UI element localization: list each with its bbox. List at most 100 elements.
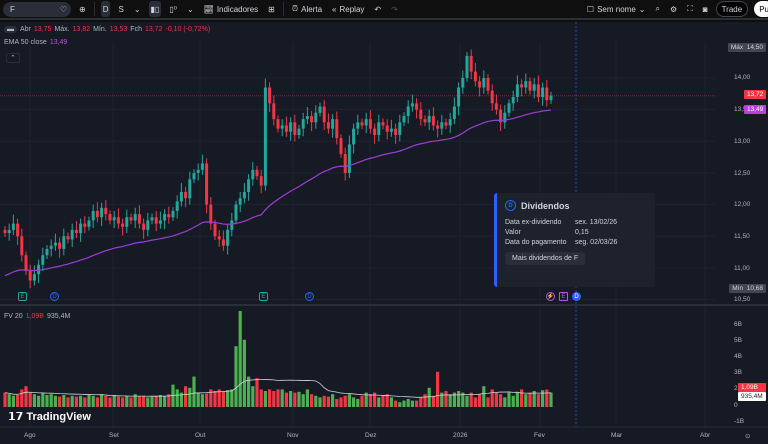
- alert-button[interactable]: ⏰︎ Alerta: [290, 1, 324, 17]
- candle: [331, 119, 335, 129]
- volume-bar: [242, 339, 246, 407]
- candle: [503, 112, 507, 123]
- chart-area[interactable]: ▬ Abr 13,75 Máx. 13,82 Mín. 13,53 Fch 13,72 …: [0, 22, 768, 444]
- dividend-event-icon[interactable]: D: [305, 292, 314, 301]
- price-tick: 14,00: [734, 74, 751, 81]
- interval-d[interactable]: D: [100, 1, 111, 17]
- candle: [465, 55, 469, 78]
- volume-bar: [7, 394, 11, 407]
- candles-icon[interactable]: ▮▯: [148, 1, 162, 17]
- volume-bar: [255, 378, 259, 407]
- dividend-event-icon[interactable]: D: [572, 292, 581, 301]
- fullscreen-icon[interactable]: ⛶: [685, 1, 695, 17]
- candle: [188, 179, 192, 199]
- close-value: 13,72: [144, 26, 163, 33]
- collapse-icon[interactable]: ▬: [4, 26, 17, 33]
- candle: [406, 106, 410, 116]
- candle: [423, 119, 427, 123]
- volume-bar: [331, 394, 335, 407]
- volume-bar: [175, 389, 179, 407]
- candle: [364, 119, 368, 126]
- dividends-popup: D Dividendos Data ex-dividendo sex. 13/02…: [494, 193, 655, 287]
- chevron-down-icon[interactable]: ⌄: [132, 1, 143, 17]
- candle: [339, 138, 343, 154]
- indicators-button[interactable]: 📈︎ Indicadores: [202, 1, 261, 17]
- candle: [171, 210, 175, 218]
- candle: [373, 128, 377, 135]
- dividend-event-icon[interactable]: D: [50, 292, 59, 301]
- chevron-down-icon[interactable]: ⌄: [185, 1, 196, 17]
- earnings-event-icon[interactable]: E: [259, 292, 268, 301]
- templates-icon[interactable]: ⊞: [266, 1, 277, 17]
- redo-icon[interactable]: ↷: [389, 1, 400, 17]
- volume-bar: [503, 397, 507, 407]
- candle: [478, 81, 482, 88]
- ema-legend[interactable]: EMA 50 close 13,49: [4, 39, 67, 46]
- volume-bar: [100, 394, 104, 407]
- split-event-icon[interactable]: ⚡: [546, 292, 555, 301]
- candle: [238, 198, 242, 205]
- volume-bar: [431, 395, 435, 407]
- volume-bar: [339, 397, 343, 407]
- volume-bar: [322, 395, 326, 407]
- candle: [326, 122, 330, 129]
- bar-style-icon[interactable]: ▯⁰: [167, 1, 179, 17]
- layout-button[interactable]: ☐ Sem nome ⌄: [585, 1, 648, 17]
- publish-button[interactable]: Pu: [754, 1, 768, 17]
- timezone-settings-icon[interactable]: ⊙: [745, 432, 750, 440]
- volume-legend[interactable]: FV 20 1,09B 935,4M: [4, 313, 70, 320]
- earnings-event-icon[interactable]: E: [18, 292, 27, 301]
- volume-bar: [234, 346, 238, 407]
- settings-icon[interactable]: ⚙: [668, 1, 679, 17]
- alert-label: Alerta: [301, 4, 323, 14]
- candle: [121, 223, 125, 227]
- volume-bar: [58, 396, 62, 407]
- volume-bar: [448, 394, 452, 407]
- volume-bar: [188, 387, 192, 407]
- candle: [49, 245, 53, 249]
- quick-search-icon[interactable]: ⌕: [653, 1, 661, 17]
- candle: [385, 125, 389, 132]
- candle: [74, 229, 78, 234]
- volume-bar: [549, 392, 553, 407]
- earnings-event-icon[interactable]: E: [559, 292, 568, 301]
- candle: [314, 112, 318, 123]
- candle: [427, 115, 431, 123]
- logo-icon: 𝟭𝟳: [8, 411, 24, 423]
- candle: [45, 248, 49, 256]
- candle: [482, 78, 486, 88]
- candle: [448, 119, 452, 126]
- candle: [322, 106, 326, 123]
- add-symbol-icon[interactable]: ⊕: [77, 1, 88, 17]
- price-tick: 13,00: [734, 138, 751, 145]
- candle: [440, 122, 444, 129]
- volume-bar: [247, 376, 251, 407]
- interval-s[interactable]: S: [116, 1, 125, 17]
- volume-bar: [385, 394, 389, 407]
- volume-bar: [494, 392, 498, 407]
- candle: [377, 122, 381, 135]
- tradingview-logo[interactable]: 𝟭𝟳 TradingView: [8, 410, 91, 423]
- volume-label: FV 20: [4, 313, 23, 320]
- volume-tick: 5B: [734, 337, 742, 344]
- camera-icon[interactable]: ◙: [701, 1, 710, 17]
- volume-bar: [377, 397, 381, 407]
- price-tick: 12,00: [734, 201, 751, 208]
- more-dividends-button[interactable]: Mais dividendos de F: [505, 252, 586, 265]
- volume-bar: [32, 394, 36, 407]
- candle: [83, 223, 87, 227]
- trade-button[interactable]: Trade: [715, 1, 749, 17]
- candle: [268, 87, 272, 104]
- symbol-search[interactable]: F ♡: [3, 1, 71, 17]
- volume-bar: [347, 394, 351, 407]
- volume-bar: [53, 395, 57, 407]
- time-tick: Mar: [611, 432, 623, 439]
- collapse-up-icon[interactable]: ⌃: [6, 53, 20, 63]
- volume-bar: [108, 397, 112, 407]
- symbol-text: F: [10, 4, 15, 14]
- dividend-icon: D: [505, 200, 516, 211]
- undo-icon[interactable]: ↶: [372, 1, 383, 17]
- replay-button[interactable]: «Replay: [330, 1, 366, 17]
- replay-label: Replay: [339, 4, 365, 14]
- candle: [352, 128, 356, 145]
